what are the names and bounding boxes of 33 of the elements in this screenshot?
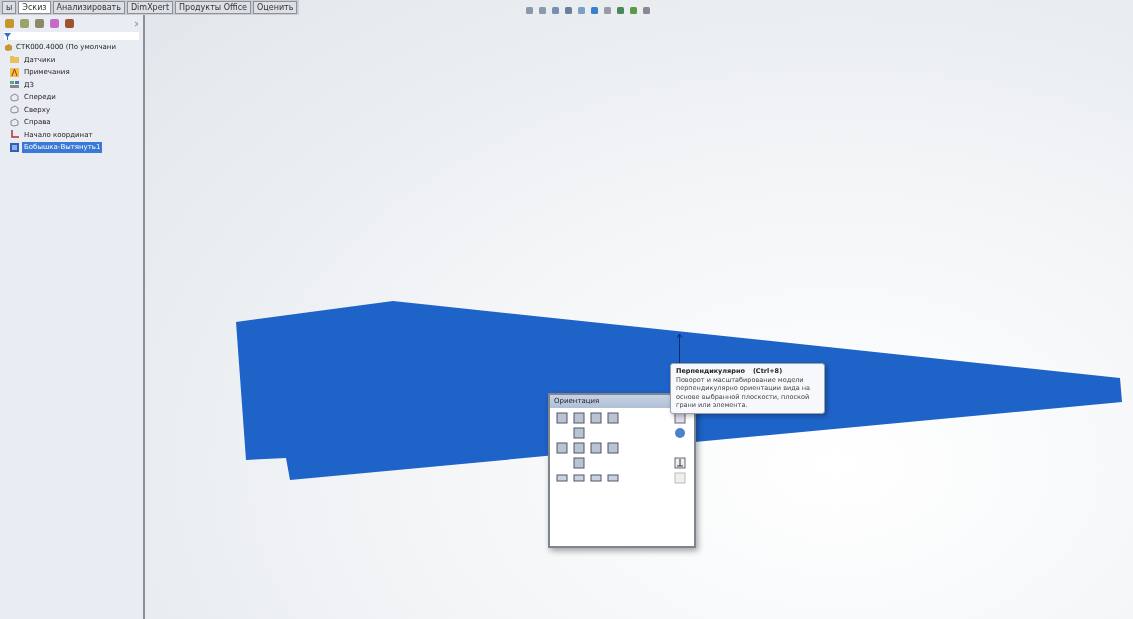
view-orientation-icon[interactable] xyxy=(674,411,686,424)
chevron-icon[interactable] xyxy=(134,20,139,27)
view-orientation-icon[interactable] xyxy=(556,471,568,484)
view-orientation-icon[interactable] xyxy=(674,456,686,469)
view-orientation-icon[interactable] xyxy=(607,471,619,484)
command-tab[interactable]: DimXpert xyxy=(126,1,174,14)
view-orientation-icon[interactable] xyxy=(573,441,585,454)
command-tab[interactable]: Продукты Office xyxy=(175,1,251,14)
view-orientation-icon[interactable] xyxy=(590,411,602,424)
view-orientation-icon[interactable] xyxy=(556,411,568,424)
view-orientation-icon[interactable] xyxy=(573,471,585,484)
part-icon xyxy=(4,42,13,52)
direction-arrow-icon xyxy=(677,334,682,366)
view-orientation-icon[interactable] xyxy=(590,441,602,454)
command-tab[interactable]: Оценить xyxy=(253,1,298,14)
annotation-icon xyxy=(10,67,19,77)
filter-icon xyxy=(4,32,11,40)
view-orientation-icon[interactable] xyxy=(573,456,585,469)
feature-icon xyxy=(10,142,19,152)
view-orientation-icon[interactable] xyxy=(573,411,585,424)
view-orientation-icon[interactable] xyxy=(674,426,686,439)
origin-icon xyxy=(10,130,19,140)
filter-field[interactable] xyxy=(4,32,139,40)
view-orientation-icon[interactable] xyxy=(607,441,619,454)
folder-icon xyxy=(10,55,19,65)
command-tab[interactable]: ы xyxy=(2,1,17,14)
view-orientation-icon[interactable] xyxy=(590,471,602,484)
material-icon xyxy=(10,80,19,90)
command-tab[interactable]: Эскиз xyxy=(18,1,51,14)
view-orientation-icon[interactable] xyxy=(573,426,585,439)
view-orientation-icon[interactable] xyxy=(607,411,619,424)
view-orientation-icon[interactable] xyxy=(556,441,568,454)
command-tab[interactable]: Анализировать xyxy=(52,1,125,14)
